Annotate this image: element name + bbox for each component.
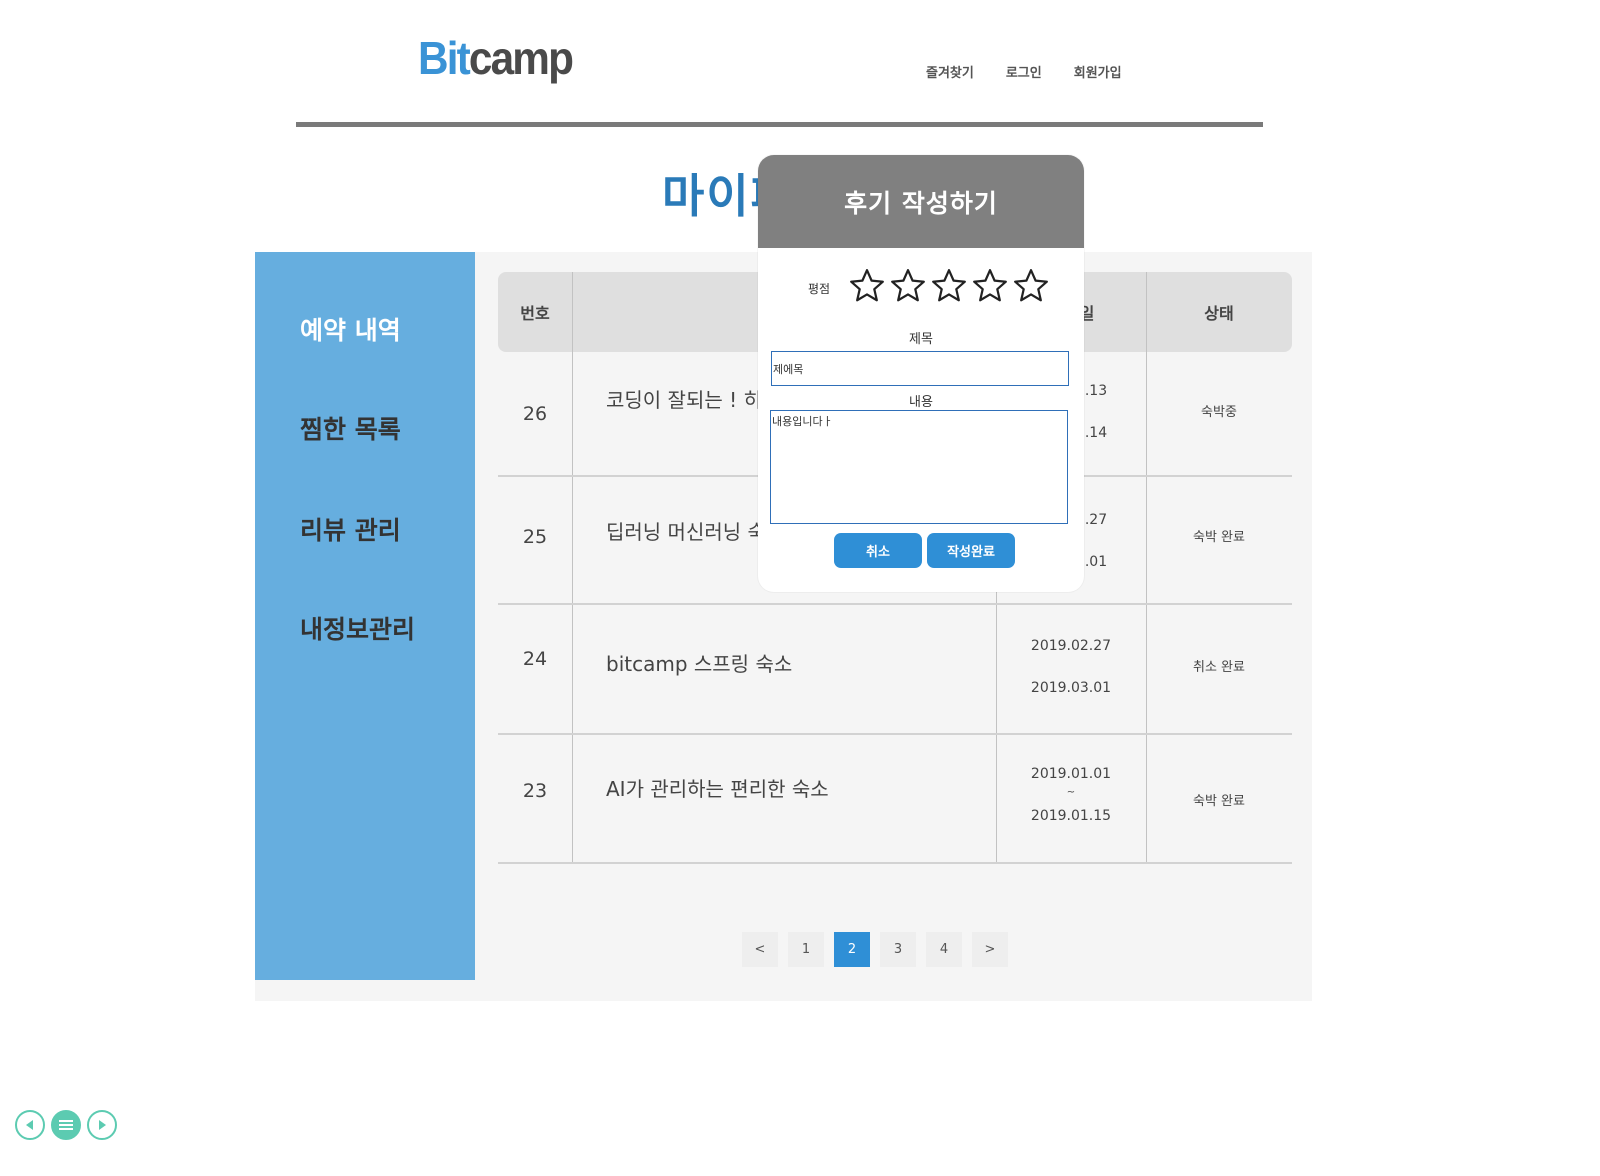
col-divider — [1146, 272, 1147, 864]
menu-button[interactable] — [51, 1110, 81, 1140]
header-status: 상태 — [1204, 304, 1234, 323]
row-number: 25 — [522, 526, 548, 548]
next-slide-icon — [99, 1120, 106, 1130]
subject-label: 제목 — [909, 332, 933, 347]
star-icon[interactable] — [848, 267, 886, 305]
nav-signup-link[interactable]: 회원가입 — [1074, 62, 1122, 81]
star-icon[interactable] — [889, 267, 927, 305]
nav-favorites-link[interactable]: 즐겨찾기 — [926, 62, 974, 81]
sidebar-item-reviews[interactable]: 리뷰 관리 — [300, 511, 401, 547]
top-nav: 즐겨찾기 로그인 회원가입 — [926, 62, 1154, 81]
row-number: 23 — [522, 780, 548, 802]
sidebar-item-my-info[interactable]: 내정보관리 — [300, 610, 415, 646]
bitcamp-logo[interactable]: Bitcamp — [418, 30, 574, 86]
content-textarea[interactable]: 내용입니다ㅏ — [770, 410, 1068, 524]
star-rating — [848, 267, 1050, 305]
col-divider — [572, 272, 573, 864]
pagination: < 1 2 3 4 > — [742, 932, 1008, 967]
cancel-button[interactable]: 취소 — [834, 533, 922, 568]
header-number: 번호 — [520, 304, 550, 323]
page-prev-button[interactable]: < — [742, 932, 778, 967]
row-status: 숙박 완료 — [1193, 530, 1245, 545]
menu-icon — [59, 1120, 73, 1130]
page-3-button[interactable]: 3 — [880, 932, 916, 967]
row-status: 숙박중 — [1201, 405, 1237, 420]
sidebar-item-wishlist[interactable]: 찜한 목록 — [300, 410, 401, 446]
logo-camp: camp — [468, 32, 574, 84]
row-lodging-name[interactable]: bitcamp 스프링 숙소 — [606, 648, 792, 677]
star-icon[interactable] — [930, 267, 968, 305]
star-icon[interactable] — [1012, 267, 1050, 305]
row-date-end: 2019.01.15 — [1030, 808, 1112, 824]
content-label: 내용 — [909, 395, 933, 410]
modal-title: 후기 작성하기 — [844, 188, 998, 218]
page-next-button[interactable]: > — [972, 932, 1008, 967]
row-divider — [498, 733, 1292, 735]
nav-login-link[interactable]: 로그인 — [1006, 62, 1042, 81]
star-icon[interactable] — [971, 267, 1009, 305]
page-2-button[interactable]: 2 — [834, 932, 870, 967]
row-lodging-name[interactable]: 딥러닝 머신러닝 숙 — [606, 516, 766, 545]
review-modal: 후기 작성하기 평점 제목 내용 내용입니다ㅏ 취소 작성완료 — [758, 155, 1084, 592]
row-date-start: 2019.01.01 — [1030, 766, 1112, 782]
sidebar-item-reservations[interactable]: 예약 내역 — [300, 311, 401, 347]
prev-slide-icon — [26, 1120, 33, 1130]
row-date-start: 2019.02.27 — [1030, 638, 1112, 654]
modal-header: 후기 작성하기 — [758, 155, 1084, 248]
row-number: 24 — [522, 648, 548, 670]
submit-review-button[interactable]: 작성완료 — [927, 533, 1015, 568]
row-number: 26 — [522, 403, 548, 425]
page-1-button[interactable]: 1 — [788, 932, 824, 967]
row-status: 숙박 완료 — [1193, 794, 1245, 809]
row-date-end: 2019.03.01 — [1030, 680, 1112, 696]
prev-slide-button[interactable] — [15, 1110, 45, 1140]
rating-label: 평점 — [808, 282, 831, 296]
header-divider — [296, 122, 1263, 127]
row-divider — [498, 603, 1292, 605]
subject-input[interactable] — [771, 351, 1069, 386]
next-slide-button[interactable] — [87, 1110, 117, 1140]
row-date-separator: ~ — [1066, 787, 1076, 798]
row-status: 취소 완료 — [1193, 660, 1245, 675]
row-lodging-name[interactable]: AI가 관리하는 편리한 숙소 — [606, 773, 829, 802]
page-4-button[interactable]: 4 — [926, 932, 962, 967]
row-divider — [498, 862, 1292, 864]
logo-bit: Bit — [418, 32, 471, 84]
row-lodging-name[interactable]: 코딩이 잘되는 ! 히 — [606, 384, 762, 413]
